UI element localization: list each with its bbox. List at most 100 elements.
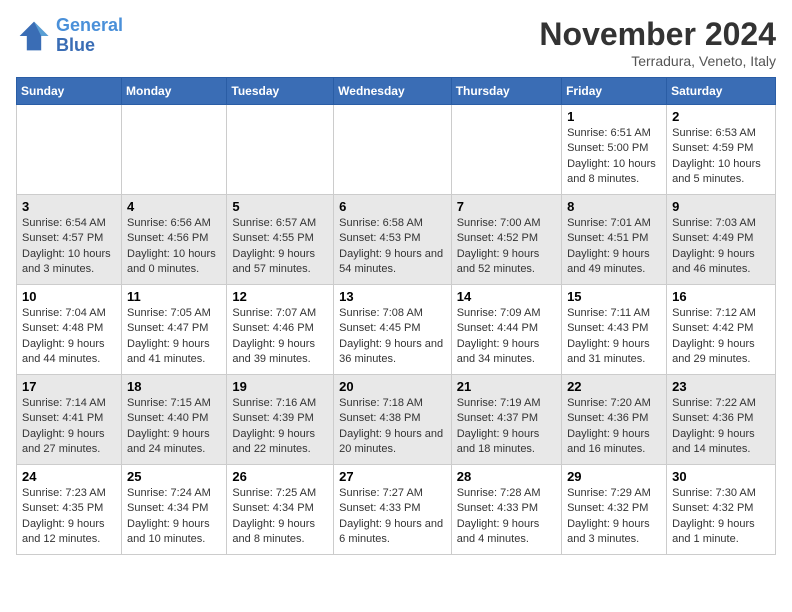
calendar-cell: 19 Sunrise: 7:16 AM Sunset: 4:39 PM Dayli… <box>227 375 334 465</box>
day-number: 9 <box>672 199 770 214</box>
day-info: Sunrise: 7:22 AM Sunset: 4:36 PM Dayligh… <box>672 396 770 458</box>
day-info: Sunrise: 6:53 AM Sunset: 4:59 PM Dayligh… <box>672 126 770 188</box>
day-info: Sunrise: 7:04 AM Sunset: 4:48 PM Dayligh… <box>22 306 116 368</box>
calendar-week-4: 17 Sunrise: 7:14 AM Sunset: 4:41 PM Dayli… <box>17 375 776 465</box>
calendar-cell: 12Sunrise: 7:07 AM Sunset: 4:46 PM Dayli… <box>227 285 334 375</box>
day-info: Sunrise: 7:12 AM Sunset: 4:42 PM Dayligh… <box>672 306 770 368</box>
calendar-cell: 13 Sunrise: 7:08 AM Sunset: 4:45 PM Dayli… <box>334 285 452 375</box>
calendar-cell: 8 Sunrise: 7:01 AM Sunset: 4:51 PM Daylig… <box>562 195 667 285</box>
calendar-week-3: 10 Sunrise: 7:04 AM Sunset: 4:48 PM Dayli… <box>17 285 776 375</box>
day-number: 10 <box>22 289 116 304</box>
calendar-cell: 3Sunrise: 6:54 AM Sunset: 4:57 PM Daylig… <box>17 195 122 285</box>
day-number: 29 <box>567 469 661 484</box>
calendar-week-1: 1 Sunrise: 6:51 AM Sunset: 5:00 PM Daylig… <box>17 105 776 195</box>
calendar-cell: 7 Sunrise: 7:00 AM Sunset: 4:52 PM Daylig… <box>451 195 561 285</box>
header-thursday: Thursday <box>451 78 561 105</box>
day-number: 7 <box>457 199 556 214</box>
day-info: Sunrise: 7:08 AM Sunset: 4:45 PM Dayligh… <box>339 306 446 368</box>
day-info: Sunrise: 7:25 AM Sunset: 4:34 PM Dayligh… <box>232 486 328 548</box>
day-number: 6 <box>339 199 446 214</box>
day-info: Sunrise: 7:00 AM Sunset: 4:52 PM Dayligh… <box>457 216 556 278</box>
calendar-cell: 2 Sunrise: 6:53 AM Sunset: 4:59 PM Daylig… <box>667 105 776 195</box>
calendar-header-row: SundayMondayTuesdayWednesdayThursdayFrid… <box>17 78 776 105</box>
title-block: November 2024 Terradura, Veneto, Italy <box>539 16 776 69</box>
header-monday: Monday <box>122 78 227 105</box>
day-number: 19 <box>232 379 328 394</box>
day-number: 1 <box>567 109 661 124</box>
calendar-cell: 25Sunrise: 7:24 AM Sunset: 4:34 PM Dayli… <box>122 465 227 555</box>
day-number: 5 <box>232 199 328 214</box>
calendar-cell: 11 Sunrise: 7:05 AM Sunset: 4:47 PM Dayli… <box>122 285 227 375</box>
header-sunday: Sunday <box>17 78 122 105</box>
calendar-cell: 16 Sunrise: 7:12 AM Sunset: 4:42 PM Dayli… <box>667 285 776 375</box>
calendar-cell: 26 Sunrise: 7:25 AM Sunset: 4:34 PM Dayli… <box>227 465 334 555</box>
logo: General Blue <box>16 16 123 56</box>
day-number: 13 <box>339 289 446 304</box>
header-saturday: Saturday <box>667 78 776 105</box>
calendar-cell: 20Sunrise: 7:18 AM Sunset: 4:38 PM Dayli… <box>334 375 452 465</box>
day-info: Sunrise: 6:56 AM Sunset: 4:56 PM Dayligh… <box>127 216 221 278</box>
calendar-cell: 15 Sunrise: 7:11 AM Sunset: 4:43 PM Dayli… <box>562 285 667 375</box>
day-number: 24 <box>22 469 116 484</box>
day-info: Sunrise: 7:11 AM Sunset: 4:43 PM Dayligh… <box>567 306 661 368</box>
calendar-cell: 27 Sunrise: 7:27 AM Sunset: 4:33 PM Dayli… <box>334 465 452 555</box>
logo-icon <box>16 18 52 54</box>
calendar-cell: 6 Sunrise: 6:58 AM Sunset: 4:53 PM Daylig… <box>334 195 452 285</box>
day-info: Sunrise: 7:07 AM Sunset: 4:46 PM Dayligh… <box>232 306 328 368</box>
day-number: 23 <box>672 379 770 394</box>
day-info: Sunrise: 7:15 AM Sunset: 4:40 PM Dayligh… <box>127 396 221 458</box>
day-info: Sunrise: 7:14 AM Sunset: 4:41 PM Dayligh… <box>22 396 116 458</box>
calendar-cell: 21 Sunrise: 7:19 AM Sunset: 4:37 PM Dayli… <box>451 375 561 465</box>
day-info: Sunrise: 7:30 AM Sunset: 4:32 PM Dayligh… <box>672 486 770 548</box>
day-info: Sunrise: 7:29 AM Sunset: 4:32 PM Dayligh… <box>567 486 661 548</box>
day-number: 20 <box>339 379 446 394</box>
day-number: 4 <box>127 199 221 214</box>
day-info: Sunrise: 7:05 AM Sunset: 4:47 PM Dayligh… <box>127 306 221 368</box>
day-number: 22 <box>567 379 661 394</box>
day-info: Sunrise: 7:24 AM Sunset: 4:34 PM Dayligh… <box>127 486 221 548</box>
calendar-cell: 4 Sunrise: 6:56 AM Sunset: 4:56 PM Daylig… <box>122 195 227 285</box>
calendar-week-5: 24 Sunrise: 7:23 AM Sunset: 4:35 PM Dayli… <box>17 465 776 555</box>
page-title: November 2024 <box>539 16 776 53</box>
logo-text: General Blue <box>56 16 123 56</box>
day-info: Sunrise: 7:19 AM Sunset: 4:37 PM Dayligh… <box>457 396 556 458</box>
day-number: 16 <box>672 289 770 304</box>
calendar-cell: 14 Sunrise: 7:09 AM Sunset: 4:44 PM Dayli… <box>451 285 561 375</box>
header-friday: Friday <box>562 78 667 105</box>
calendar-cell: 10 Sunrise: 7:04 AM Sunset: 4:48 PM Dayli… <box>17 285 122 375</box>
calendar-cell: 22Sunrise: 7:20 AM Sunset: 4:36 PM Dayli… <box>562 375 667 465</box>
calendar-table: SundayMondayTuesdayWednesdayThursdayFrid… <box>16 77 776 555</box>
calendar-week-2: 3Sunrise: 6:54 AM Sunset: 4:57 PM Daylig… <box>17 195 776 285</box>
day-number: 27 <box>339 469 446 484</box>
day-number: 26 <box>232 469 328 484</box>
day-info: Sunrise: 7:16 AM Sunset: 4:39 PM Dayligh… <box>232 396 328 458</box>
day-info: Sunrise: 6:51 AM Sunset: 5:00 PM Dayligh… <box>567 126 661 188</box>
calendar-cell: 28 Sunrise: 7:28 AM Sunset: 4:33 PM Dayli… <box>451 465 561 555</box>
day-number: 8 <box>567 199 661 214</box>
calendar-cell <box>334 105 452 195</box>
calendar-cell: 30Sunrise: 7:30 AM Sunset: 4:32 PM Dayli… <box>667 465 776 555</box>
header-wednesday: Wednesday <box>334 78 452 105</box>
day-number: 28 <box>457 469 556 484</box>
calendar-cell <box>227 105 334 195</box>
day-number: 21 <box>457 379 556 394</box>
calendar-cell: 1 Sunrise: 6:51 AM Sunset: 5:00 PM Daylig… <box>562 105 667 195</box>
page-subtitle: Terradura, Veneto, Italy <box>539 53 776 69</box>
day-number: 14 <box>457 289 556 304</box>
calendar-cell: 18Sunrise: 7:15 AM Sunset: 4:40 PM Dayli… <box>122 375 227 465</box>
day-info: Sunrise: 7:27 AM Sunset: 4:33 PM Dayligh… <box>339 486 446 548</box>
day-info: Sunrise: 6:58 AM Sunset: 4:53 PM Dayligh… <box>339 216 446 278</box>
calendar-cell: 9Sunrise: 7:03 AM Sunset: 4:49 PM Daylig… <box>667 195 776 285</box>
day-info: Sunrise: 7:28 AM Sunset: 4:33 PM Dayligh… <box>457 486 556 548</box>
day-number: 2 <box>672 109 770 124</box>
day-info: Sunrise: 7:23 AM Sunset: 4:35 PM Dayligh… <box>22 486 116 548</box>
page-header: General Blue November 2024 Terradura, Ve… <box>16 16 776 69</box>
calendar-cell: 17 Sunrise: 7:14 AM Sunset: 4:41 PM Dayli… <box>17 375 122 465</box>
day-info: Sunrise: 7:09 AM Sunset: 4:44 PM Dayligh… <box>457 306 556 368</box>
day-number: 17 <box>22 379 116 394</box>
calendar-cell: 23 Sunrise: 7:22 AM Sunset: 4:36 PM Dayli… <box>667 375 776 465</box>
day-info: Sunrise: 7:01 AM Sunset: 4:51 PM Dayligh… <box>567 216 661 278</box>
day-info: Sunrise: 6:54 AM Sunset: 4:57 PM Dayligh… <box>22 216 116 278</box>
day-number: 11 <box>127 289 221 304</box>
day-number: 15 <box>567 289 661 304</box>
